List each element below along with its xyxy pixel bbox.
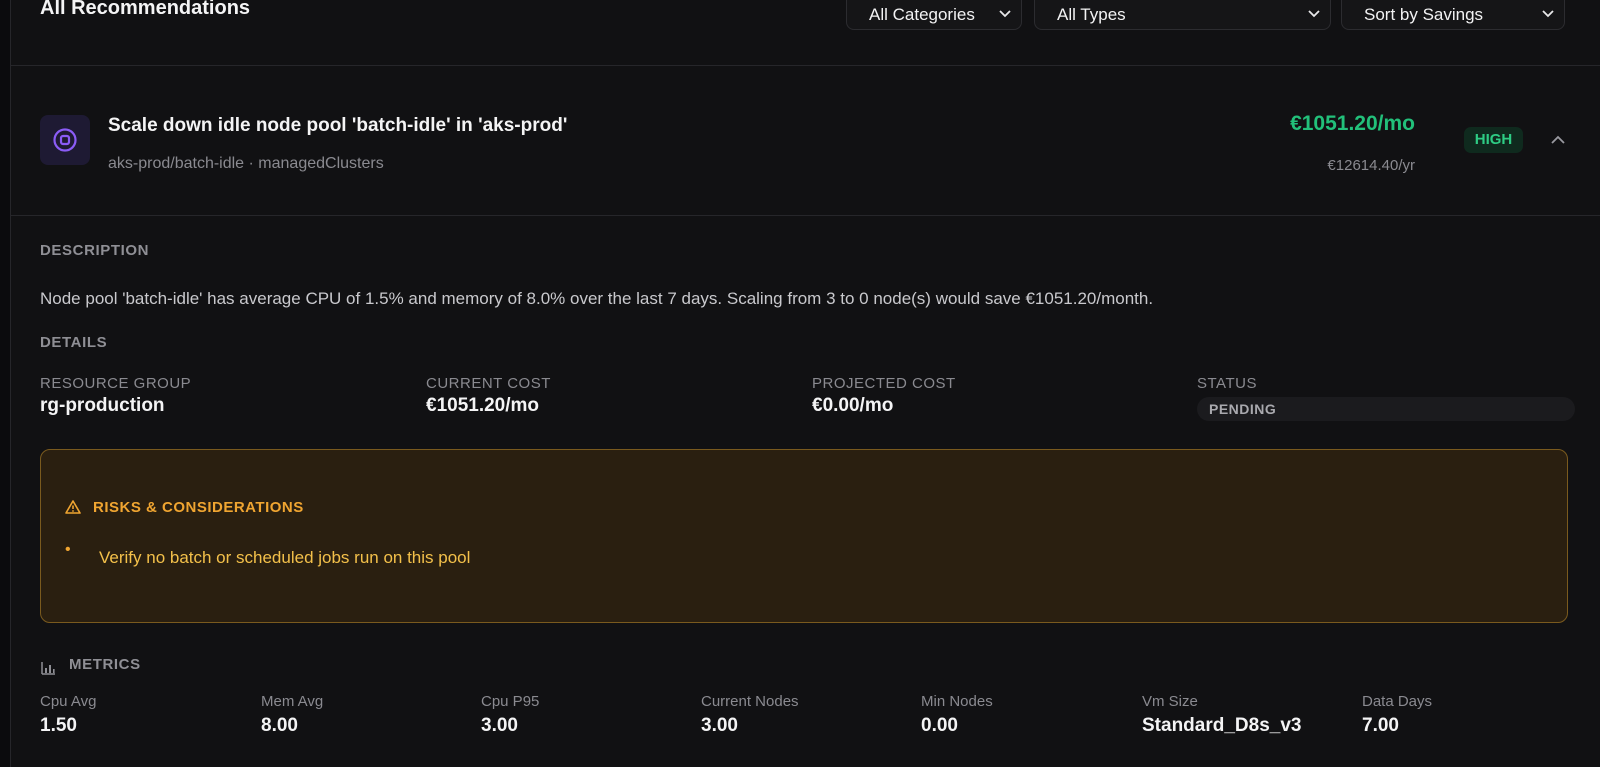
metric-label: Cpu Avg	[40, 693, 97, 710]
detail-projected-cost: PROJECTED COST €0.00/mo	[812, 375, 956, 417]
impact-badge: HIGH	[1464, 127, 1523, 153]
recommendation-header[interactable]: Scale down idle node pool 'batch-idle' i…	[11, 66, 1600, 216]
risks-panel: RISKS & CONSIDERATIONS • Verify no batch…	[40, 449, 1568, 623]
details-label: DETAILS	[40, 334, 108, 351]
warning-triangle-icon	[65, 500, 81, 514]
type-filter-select[interactable]: All Types	[1034, 0, 1331, 30]
resource-path: aks-prod/batch-idle · managedClusters	[108, 155, 384, 172]
risks-title: RISKS & CONSIDERATIONS	[93, 499, 304, 516]
bullet-icon: •	[65, 541, 71, 558]
page-title: All Recommendations	[40, 0, 251, 19]
detail-current-cost: CURRENT COST €1051.20/mo	[426, 375, 551, 417]
chevron-down-icon	[999, 10, 1011, 18]
metric-label: Mem Avg	[261, 693, 324, 710]
detail-resource-group: RESOURCE GROUP rg-production	[40, 375, 191, 417]
detail-label: STATUS	[1197, 375, 1257, 392]
target-icon	[40, 115, 90, 165]
metric-data-days: Data Days 7.00	[1362, 693, 1432, 737]
metric-label: Cpu P95	[481, 693, 540, 710]
yearly-savings: €12614.40/yr	[1327, 157, 1415, 174]
metric-label: Vm Size	[1142, 693, 1198, 710]
type-filter-value: All Types	[1057, 5, 1126, 24]
metric-value: 3.00	[701, 715, 738, 736]
detail-label: CURRENT COST	[426, 375, 551, 392]
sort-select[interactable]: Sort by Savings	[1341, 0, 1565, 30]
risk-item: Verify no batch or scheduled jobs run on…	[99, 548, 471, 567]
metric-mem-avg: Mem Avg 8.00	[261, 693, 323, 737]
metric-value: 1.50	[40, 715, 77, 736]
bar-chart-icon	[41, 662, 55, 675]
metric-value: 0.00	[921, 715, 958, 736]
metric-value: 3.00	[481, 715, 518, 736]
category-filter-value: All Categories	[869, 5, 975, 24]
metric-current-nodes: Current Nodes 3.00	[701, 693, 799, 737]
detail-value: rg-production	[40, 395, 165, 416]
detail-label: RESOURCE GROUP	[40, 375, 192, 392]
detail-value: €1051.20/mo	[426, 395, 540, 416]
recommendation-title: Scale down idle node pool 'batch-idle' i…	[108, 115, 568, 136]
metric-min-nodes: Min Nodes 0.00	[921, 693, 993, 737]
metric-value: Standard_D8s_v3	[1142, 715, 1302, 736]
status-badge: PENDING	[1197, 397, 1575, 421]
monthly-savings: €1051.20/mo	[1290, 112, 1415, 135]
chevron-down-icon	[1542, 10, 1554, 18]
metric-label: Current Nodes	[701, 693, 799, 710]
metric-label: Data Days	[1362, 693, 1433, 710]
category-filter-select[interactable]: All Categories	[846, 0, 1022, 30]
detail-status: STATUS	[1197, 375, 1257, 392]
description-text: Node pool 'batch-idle' has average CPU o…	[40, 289, 1154, 308]
sort-value: Sort by Savings	[1364, 5, 1484, 24]
metric-cpu-avg: Cpu Avg 1.50	[40, 693, 96, 737]
metrics-label: METRICS	[69, 656, 141, 673]
chevron-down-icon	[1308, 10, 1320, 18]
chevron-up-icon[interactable]	[1548, 130, 1568, 150]
metric-value: 8.00	[261, 715, 298, 736]
metric-vm-size: Vm Size Standard_D8s_v3	[1142, 693, 1301, 737]
detail-label: PROJECTED COST	[812, 375, 956, 392]
recommendations-panel: All Recommendations All Categories All T…	[10, 0, 1600, 767]
description-label: DESCRIPTION	[40, 242, 150, 259]
detail-value: €0.00/mo	[812, 395, 894, 416]
metric-label: Min Nodes	[921, 693, 993, 710]
metric-value: 7.00	[1362, 715, 1399, 736]
header: All Recommendations All Categories All T…	[11, 0, 1600, 66]
metric-cpu-p95: Cpu P95 3.00	[481, 693, 539, 737]
